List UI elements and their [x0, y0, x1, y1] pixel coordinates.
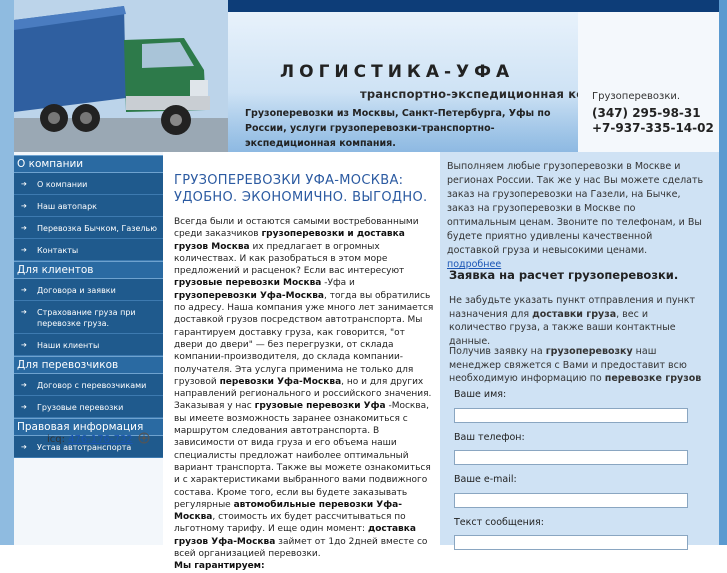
menu-section-carriers: Для перевозчиков	[14, 356, 163, 374]
sidebar-item-fleet[interactable]: ➔ Наш автопарк	[14, 195, 163, 217]
email-input[interactable]	[454, 492, 688, 508]
sidebar-item-about[interactable]: ➔ О компании	[14, 173, 163, 195]
sidebar-item-insurance[interactable]: ➔ Страхование груза при перевозке груза.	[14, 301, 163, 334]
email-label: Ваше e-mail:	[454, 474, 517, 485]
sidebar-item-clients[interactable]: ➔ Наши клиенты	[14, 334, 163, 356]
phone-label: Ваш телефон:	[454, 431, 525, 443]
header-contacts: Грузоперевозки. (347) 295-98-31 +7-937-3…	[578, 12, 719, 152]
request-followup: Получив заявку на грузоперевозку наш мен…	[449, 346, 702, 384]
truck-image	[14, 0, 228, 152]
sidebar-menu: О компании ➔ О компании ➔ Наш автопарк ➔ Пе…	[14, 155, 163, 458]
name-label: Ваше имя:	[454, 389, 507, 400]
icq-label: icq:	[47, 434, 65, 445]
arrow-icon: ➔	[21, 224, 27, 232]
logo-banner: ЛОГИСТИКА-УФА транспортно-экспедиционная…	[228, 12, 634, 152]
contacts-label: Грузоперевозки.	[592, 91, 681, 102]
left-decor-strip	[0, 0, 14, 545]
main-content: ГРУЗОПЕРЕВОЗКИ УФА-МОСКВА: УДОБНО. ЭКОНО…	[163, 152, 440, 571]
arrow-icon: ➔	[21, 341, 27, 349]
request-instructions: Не забудьте указать пункт отправления и …	[449, 295, 696, 347]
main-article: Всегда были и остаются самыми востребова…	[174, 217, 434, 572]
phone-input[interactable]	[454, 450, 688, 465]
menu-section-clients: Для клиентов	[14, 261, 163, 279]
message-input[interactable]	[454, 535, 688, 550]
arrow-icon: ➔	[21, 443, 27, 451]
name-input[interactable]	[454, 407, 688, 423]
request-title: Заявка на расчет грузоперевозки.	[449, 268, 679, 282]
request-form: Ваше имя: Ваш телефон: Ваше e-mail: Текс…	[454, 389, 694, 559]
message-label: Текст сообщения:	[454, 516, 544, 528]
sidebar-item-transport[interactable]: ➔ Перевозка Бычком, Газелью	[14, 217, 163, 239]
top-bar	[228, 0, 719, 12]
arrow-icon: ➔	[21, 180, 27, 188]
menu-section-about: О компании	[14, 155, 163, 173]
arrow-icon: ➔	[21, 381, 27, 389]
site-header: ЛОГИСТИКА-УФА транспортно-экспедиционная…	[14, 0, 719, 152]
arrow-icon: ➔	[21, 202, 27, 210]
site-description: Грузоперевозки из Москвы, Санкт-Петербур…	[245, 108, 551, 149]
icq-flower-icon	[138, 432, 150, 444]
arrow-icon: ➔	[21, 308, 27, 316]
icq-contact: icq: 476-176-732	[47, 432, 150, 445]
sidebar-item-carrier-contract[interactable]: ➔ Договор с перевозчиками	[14, 374, 163, 396]
intro-text: Выполняем любые грузоперевозки в Москве …	[447, 161, 704, 256]
arrow-icon: ➔	[21, 403, 27, 411]
sidebar-item-cargo[interactable]: ➔ Грузовые перевозки	[14, 396, 163, 418]
phone-1: (347) 295-98-31	[592, 106, 701, 120]
guarantee-heading: Мы гарантируем:	[174, 561, 265, 572]
icq-link[interactable]: 476-176-732	[68, 434, 132, 445]
sidebar-item-contracts[interactable]: ➔ Договора и заявки	[14, 279, 163, 301]
arrow-icon: ➔	[21, 286, 27, 294]
site-title: ЛОГИСТИКА-УФА	[280, 62, 515, 82]
phone-2: +7-937-335-14-02	[592, 121, 714, 135]
sidebar: О компании ➔ О компании ➔ Наш автопарк ➔ Пе…	[14, 152, 163, 545]
arrow-icon: ➔	[21, 246, 27, 254]
intro-box: Выполняем любые грузоперевозки в Москве …	[447, 160, 705, 272]
right-decor-strip	[719, 0, 727, 545]
sidebar-item-contacts[interactable]: ➔ Контакты	[14, 239, 163, 261]
truck-illustration	[14, 0, 228, 152]
page-title: ГРУЗОПЕРЕВОЗКИ УФА-МОСКВА: УДОБНО. ЭКОНО…	[174, 173, 428, 205]
